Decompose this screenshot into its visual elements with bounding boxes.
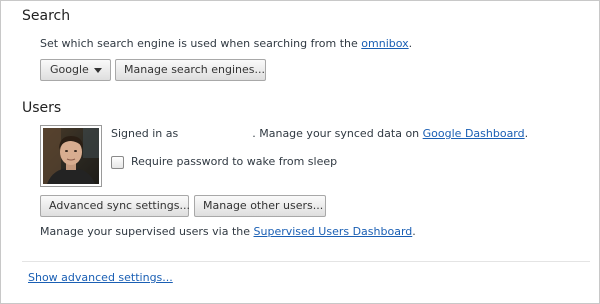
require-password-checkbox[interactable] [111,156,124,169]
require-password-label[interactable]: Require password to wake from sleep [131,155,337,168]
manage-search-engines-button[interactable]: Manage search engines... [115,59,266,81]
search-description-end: . [408,37,413,50]
google-dashboard-link[interactable]: Google Dashboard [423,127,525,140]
supervised-prefix: Manage your supervised users via the [40,225,254,238]
section-divider [22,261,590,262]
signed-in-line: Signed in as . Manage your synced data on… [111,127,528,140]
omnibox-link[interactable]: omnibox [361,37,408,50]
advanced-sync-settings-button[interactable]: Advanced sync settings... [40,195,190,217]
search-engine-selected: Google [50,63,89,76]
users-section-title: Users [22,100,62,116]
search-description-text: Set which search engine is used when sea… [40,37,362,50]
user-avatar[interactable] [40,125,102,187]
search-section-title: Search [22,8,71,24]
dropdown-arrow-icon [94,68,102,73]
search-description: Set which search engine is used when sea… [40,37,412,50]
signed-in-prefix: Signed in as [111,127,179,140]
supervised-users-dashboard-link[interactable]: Supervised Users Dashboard [254,225,413,238]
search-engine-select[interactable]: Google [40,59,111,81]
signed-in-middle: . Manage your synced data on [252,127,423,140]
supervised-users-line: Manage your supervised users via the Sup… [40,225,416,238]
manage-other-users-button[interactable]: Manage other users... [194,195,326,217]
signed-in-end: . [524,127,529,140]
show-advanced-settings-link[interactable]: Show advanced settings... [28,271,173,284]
supervised-end: . [412,225,416,238]
avatar-photo-icon [43,128,99,184]
